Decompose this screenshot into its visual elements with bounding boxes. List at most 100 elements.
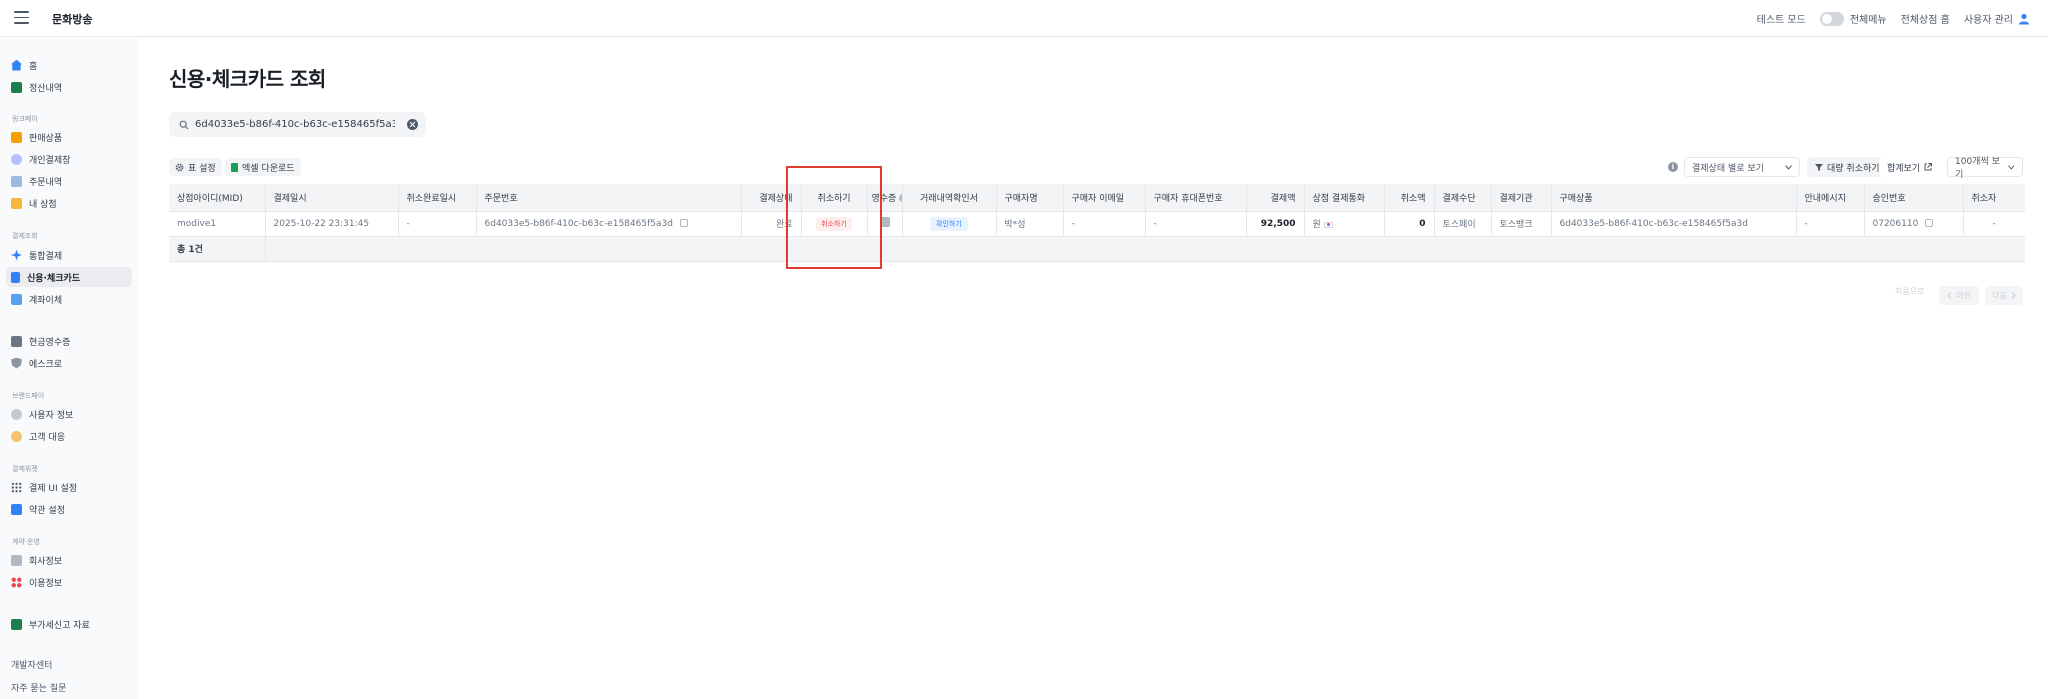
sidebar-item-personal-payment[interactable]: 개인결제창 (11, 151, 70, 167)
col-header-receipt[interactable]: 영수증 (867, 184, 903, 212)
person-icon (11, 153, 22, 165)
section-title-linkpay: 링크페이 (12, 115, 38, 123)
sidebar-item-usage-info[interactable]: 이용정보 (11, 574, 62, 590)
col-header-guide-msg[interactable]: 안내메시지 (1796, 184, 1865, 212)
sidebar-item-label: 내 상점 (29, 199, 57, 210)
brand-name[interactable]: 문화방송 (52, 11, 92, 27)
col-header-email[interactable]: 구매자 이메일 (1063, 184, 1146, 212)
col-header-canceler[interactable]: 취소자 (1963, 184, 2025, 212)
col-header-cancel-amount[interactable]: 취소액 (1384, 184, 1435, 212)
prev-page-button[interactable]: 이전 (1939, 286, 1979, 305)
sidebar-item-products[interactable]: 판매상품 (11, 129, 62, 145)
users-icon (11, 408, 22, 420)
col-header-paid-at[interactable]: 결제일시 (265, 184, 399, 212)
sidebar-item-integrated-payment[interactable]: 통합결제 (11, 247, 62, 263)
table-settings-button[interactable]: 표 설정 (169, 158, 222, 176)
sum-view-button[interactable]: 합계보기 (1879, 157, 1941, 177)
col-header-order-no[interactable]: 주문번호 (476, 184, 742, 212)
all-menu-link[interactable]: 전체메뉴 (1850, 11, 1887, 26)
sidebar-item-company-info[interactable]: 회사정보 (11, 552, 62, 568)
sum-view-label: 합계보기 (1887, 163, 1921, 174)
sidebar-item-cash-receipt[interactable]: 현금영수증 (11, 333, 70, 349)
sidebar-item-label: 사용자 정보 (29, 410, 74, 421)
excel-download-button[interactable]: 엑셀 다운로드 (225, 158, 301, 176)
section-title-brandpay: 브랜드페이 (12, 392, 45, 400)
sidebar-item-orders[interactable]: 주문내역 (11, 173, 62, 189)
store-home-link[interactable]: 전체상점 홈 (1901, 11, 1950, 26)
status-filter-label: 결제상태 별로 보기 (1692, 163, 1764, 174)
sidebar-item-home[interactable]: 홈 (11, 57, 37, 73)
info-icon[interactable]: i (1668, 162, 1678, 172)
sidebar-item-customer-support[interactable]: 고객 대응 (11, 428, 65, 444)
cell-amount: 92,500 (1246, 211, 1305, 237)
col-header-amount[interactable]: 결제액 (1246, 184, 1305, 212)
sidebar-item-vat-report[interactable]: 부가세신고 자료 (11, 616, 90, 632)
developer-center-link[interactable]: 개발자센터 (11, 658, 52, 671)
building-icon (11, 554, 22, 566)
col-header-approval-no[interactable]: 승인번호 (1864, 184, 1964, 212)
sidebar-item-label: 결제 UI 설정 (29, 483, 78, 494)
sidebar-item-label: 부가세신고 자료 (29, 620, 90, 631)
cell-guide-msg: - (1796, 211, 1865, 237)
next-page-button[interactable]: 다음 (1985, 286, 2023, 305)
col-header-cancel[interactable]: 취소하기 (801, 184, 868, 212)
col-header-currency[interactable]: 상점 결제통화 (1304, 184, 1385, 212)
table-settings-label: 표 설정 (188, 163, 216, 174)
receipt-icon[interactable] (879, 217, 890, 227)
sidebar-item-label: 계좌이체 (29, 295, 63, 306)
col-header-institution[interactable]: 결제기관 (1491, 184, 1552, 212)
col-header-status[interactable]: 결제상태 (741, 184, 802, 212)
col-header-mid[interactable]: 상점아이디(MID) (169, 184, 266, 212)
sidebar-item-label: 통합결제 (29, 251, 63, 262)
chevron-left-icon (1947, 292, 1952, 299)
cell-approval-no: 07206110 (1864, 211, 1964, 237)
cell-buyer: 박*성 (996, 211, 1064, 237)
copy-icon[interactable] (679, 219, 688, 227)
copy-icon[interactable] (1925, 219, 1934, 227)
page-size-select[interactable]: 100개씩 보기 (1947, 157, 2023, 180)
total-count: 총 1건 (169, 236, 266, 262)
cancel-button[interactable]: 취소하기 (816, 216, 852, 231)
sidebar-item-user-info[interactable]: 사용자 정보 (11, 406, 73, 422)
section-title-contract-operations: 계약·운영 (12, 538, 40, 546)
sidebar-item-my-store[interactable]: 내 상점 (11, 195, 57, 211)
status-filter-select[interactable]: 결제상태 별로 보기 (1684, 157, 1800, 177)
user-admin-link[interactable]: 사용자 관리 (1964, 11, 2013, 26)
bulk-cancel-button[interactable]: 대량 취소하기 (1807, 157, 1888, 177)
table-total-row: 총 1건 (169, 236, 2025, 262)
sidebar-item-label: 현금영수증 (29, 337, 71, 348)
sidebar-item-escrow[interactable]: 에스크로 (11, 355, 62, 371)
user-icon[interactable] (2018, 13, 2030, 25)
first-page-link[interactable]: 처음으로 (1895, 286, 1924, 297)
document-icon (11, 503, 22, 515)
sidebar-item-bank-transfer[interactable]: 계좌이체 (11, 291, 62, 307)
col-header-product[interactable]: 구매상품 (1551, 184, 1797, 212)
sidebar-item-payment-ui-settings[interactable]: 결제 UI 설정 (11, 479, 77, 495)
currency-text: 원 (1312, 220, 1321, 230)
test-mode-toggle[interactable] (1819, 11, 1844, 26)
grid-icon (11, 481, 22, 493)
list-icon (11, 175, 22, 187)
sidebar: 홈 정산내역 링크페이 판매상품 개인결제창 주문내역 내 상점 결제조회 통합… (0, 38, 137, 699)
section-title-payment-widget: 결제위젯 (12, 465, 38, 473)
sidebar-item-credit-check-card[interactable]: 신용·체크카드 (6, 267, 132, 287)
sidebar-item-settlement[interactable]: 정산내역 (11, 79, 62, 95)
confirm-button[interactable]: 확인하기 (930, 216, 968, 231)
bulk-cancel-label: 대량 취소하기 (1827, 163, 1880, 174)
cell-product: 6d4033e5-b86f-410c-b63c-e158465f5a3d (1551, 211, 1797, 237)
col-header-cancel-done-at[interactable]: 취소완료일시 (398, 184, 477, 212)
table-row[interactable]: modive1 2025-10-22 23:31:45 - 6d4033e5-b… (169, 211, 2025, 237)
clear-search-icon[interactable] (407, 119, 418, 130)
col-header-method[interactable]: 결제수단 (1434, 184, 1492, 212)
hamburger-menu-icon[interactable] (14, 11, 29, 24)
cell-institution: 토스뱅크 (1491, 211, 1552, 237)
cell-transaction-confirmation: 확인하기 (902, 211, 997, 237)
col-header-buyer[interactable]: 구매자명 (996, 184, 1064, 212)
faq-link[interactable]: 자주 묻는 질문 (11, 681, 66, 694)
section-title-payment-lookup: 결제조회 (12, 232, 38, 240)
sidebar-item-terms-settings[interactable]: 약관 설정 (11, 501, 65, 517)
search-input[interactable] (195, 119, 395, 130)
col-header-phone[interactable]: 구매자 휴대폰번호 (1145, 184, 1247, 212)
col-header-transaction-confirmation[interactable]: 거래내역확인서 (902, 184, 997, 212)
sidebar-item-label: 신용·체크카드 (27, 273, 81, 284)
